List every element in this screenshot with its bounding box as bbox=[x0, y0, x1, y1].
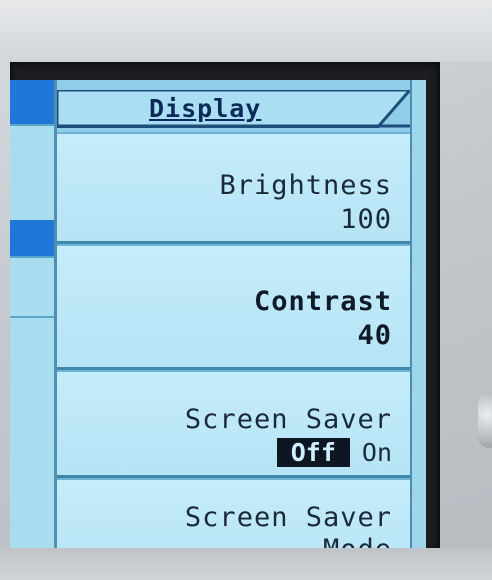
menu-title: Display bbox=[149, 94, 262, 123]
device-bezel-top bbox=[0, 0, 492, 62]
softkey-brightness[interactable]: Brightness 100 bbox=[57, 132, 410, 244]
softkey-contrast[interactable]: Contrast 40 bbox=[57, 244, 410, 370]
softkey-label: Contrast bbox=[253, 286, 392, 317]
lcd-screen: Display Brightness 100 Contrast 40 Scree… bbox=[10, 80, 426, 552]
parent-menu-item-selected[interactable] bbox=[10, 220, 54, 256]
parent-menu-item[interactable] bbox=[10, 124, 54, 222]
rotary-knob[interactable] bbox=[478, 392, 492, 448]
option-off-selected[interactable]: Off bbox=[276, 438, 350, 467]
softkey-screen-saver[interactable]: Screen Saver Off On bbox=[57, 370, 410, 478]
parent-menu-item[interactable] bbox=[10, 256, 54, 318]
screen-saver-toggle[interactable]: Off On bbox=[276, 438, 392, 467]
softkey-label: Screen Saver bbox=[184, 404, 392, 435]
device-bezel-bottom bbox=[0, 548, 492, 580]
parent-menu-item-highlighted[interactable] bbox=[10, 80, 54, 124]
menu-title-bar: Display bbox=[57, 90, 426, 128]
option-on[interactable]: On bbox=[362, 438, 392, 467]
softkey-screen-saver-mode[interactable]: Screen Saver Mode bbox=[57, 478, 410, 552]
softkey-value: 40 bbox=[357, 320, 392, 351]
parent-menu-column bbox=[10, 80, 54, 552]
softkey-label: Brightness bbox=[219, 170, 392, 201]
softkey-right-border bbox=[410, 80, 426, 552]
softkey-label-line1: Screen Saver bbox=[184, 502, 392, 533]
softkey-value: 100 bbox=[340, 204, 392, 235]
parent-menu-item[interactable] bbox=[10, 316, 54, 552]
